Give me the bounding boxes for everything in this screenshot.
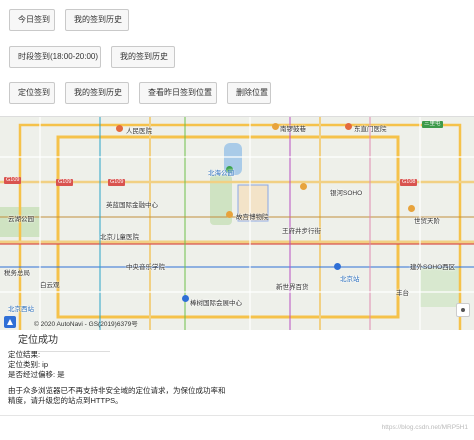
- road-sign: G109: [4, 177, 22, 184]
- map-label: 税务总局: [4, 270, 30, 277]
- result-line: 是否经过偏移: 是: [8, 370, 65, 379]
- result-line: 由于众多浏览器已不再支持非安全域的定位请求，为保位成功率和: [8, 386, 226, 395]
- locate-button[interactable]: [456, 303, 470, 317]
- my-signin-history-button[interactable]: 我的签到历史: [65, 9, 129, 31]
- map-label: 王府井步行街: [282, 228, 321, 235]
- map-label: 北京儿童医院: [100, 234, 139, 241]
- map-label: 英蓝国际金融中心: [106, 202, 158, 209]
- poi-dot[interactable]: [272, 123, 279, 130]
- map-label: 棒树国际会展中心: [190, 300, 242, 307]
- map-label: 云湖公园: [8, 216, 34, 223]
- result-line: 定位类别: ip: [8, 360, 49, 369]
- map-copyright: © 2020 AutoNavi - GS(2019)6379号: [34, 321, 138, 328]
- poi-dot[interactable]: [182, 295, 189, 302]
- result-line: 精度，请升级您的站点到HTTPS。: [8, 396, 123, 405]
- road-sign: G109: [56, 179, 74, 186]
- road-sign: G108: [400, 179, 418, 186]
- my-signin-history-button-2[interactable]: 我的签到历史: [111, 46, 175, 68]
- park-area-east: [420, 267, 460, 307]
- map-label: 银河SOHO: [330, 190, 363, 197]
- location-signin-button[interactable]: 定位签到: [9, 82, 55, 104]
- poi-dot[interactable]: [408, 205, 415, 212]
- map-label: 三里屯: [422, 121, 443, 128]
- result-title: 定位成功: [18, 332, 474, 350]
- poi-dot[interactable]: [226, 211, 233, 218]
- map-label: 东直门医院: [354, 126, 387, 133]
- map-view[interactable]: 人民医院 南锣鼓巷 东直门医院 三里屯 北海公园 银河SOHO 英蓝国际金融中心…: [0, 116, 474, 330]
- map-label: 白云观: [40, 282, 60, 289]
- map-label: 丰台: [396, 290, 409, 297]
- map-label: 世贸天阶: [414, 218, 440, 225]
- watermark: https://blog.csdn.net/MRP5H1: [381, 424, 468, 431]
- divider: [0, 415, 474, 416]
- location-result: 定位成功 定位结果: 定位类别: ip 是否经过偏移: 是 由于众多浏览器已不再…: [8, 330, 474, 406]
- road-sign: G109: [108, 179, 126, 186]
- map-label: 北京西站: [8, 306, 34, 313]
- map-label: 故宫博物院: [236, 214, 269, 221]
- poi-dot[interactable]: [116, 125, 123, 132]
- poi-dot[interactable]: [300, 183, 307, 190]
- today-signin-button[interactable]: 今日签到: [9, 9, 55, 31]
- map-label: 新世界百货: [276, 284, 309, 291]
- result-line: 定位结果:: [8, 350, 41, 359]
- view-yesterday-location-button[interactable]: 查看昨日签到位置: [139, 82, 217, 104]
- poi-dot[interactable]: [345, 123, 352, 130]
- map-label: 中央音乐学院: [126, 264, 165, 271]
- map-label: 人民医院: [126, 128, 152, 135]
- my-signin-history-button-3[interactable]: 我的签到历史: [65, 82, 129, 104]
- delete-location-button[interactable]: 删除位置: [227, 82, 271, 104]
- autonavi-logo: [4, 316, 30, 328]
- map-label: 北海公园: [208, 170, 234, 177]
- period-signin-button[interactable]: 时段签到(18:00-20:00): [9, 46, 101, 68]
- map-label: 北京站: [340, 276, 360, 283]
- map-label: 建外SOHO西区: [410, 264, 456, 271]
- map-label: 南锣鼓巷: [280, 126, 306, 133]
- poi-dot[interactable]: [334, 263, 341, 270]
